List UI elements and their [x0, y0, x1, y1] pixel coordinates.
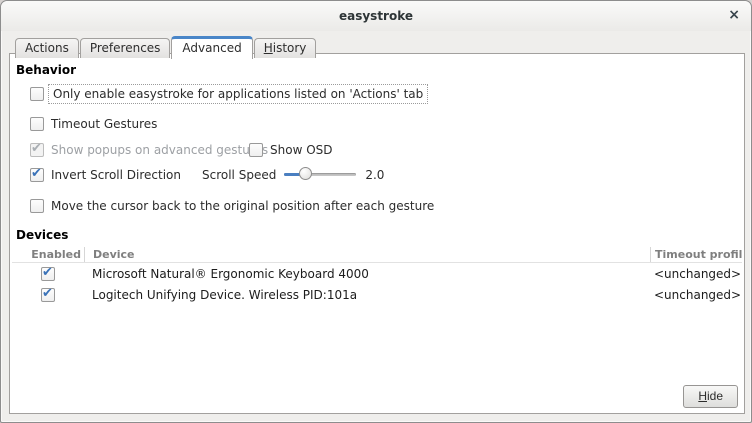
devices-table: Enabled Device Timeout profile ✔ Microso… — [12, 246, 742, 305]
invert-scroll-label[interactable]: Invert Scroll Direction — [51, 168, 181, 182]
advanced-tab-panel: Behavior ✔ Only enable easystroke for ap… — [9, 53, 745, 414]
move-cursor-row: ✔ Move the cursor back to the original p… — [30, 199, 744, 213]
only-enable-row: ✔ Only enable easystroke for application… — [30, 84, 744, 104]
window-title: easystroke — [1, 1, 751, 31]
show-osd-checkbox[interactable]: ✔ — [249, 143, 263, 157]
device-row[interactable]: ✔ Microsoft Natural® Ergonomic Keyboard … — [12, 263, 742, 284]
invert-scroll-group: ✔ Invert Scroll Direction — [30, 168, 202, 182]
check-icon: ✔ — [31, 167, 42, 181]
column-header-device[interactable]: Device — [84, 247, 650, 262]
column-header-enabled[interactable]: Enabled — [12, 248, 84, 261]
only-enable-label[interactable]: Only enable easystroke for applications … — [48, 84, 428, 104]
move-cursor-checkbox[interactable]: ✔ — [30, 199, 44, 213]
device-row[interactable]: ✔ Logitech Unifying Device. Wireless PID… — [12, 284, 742, 305]
device-name-cell: Microsoft Natural® Ergonomic Keyboard 40… — [84, 267, 650, 281]
popups-osd-row: ✔ Show popups on advanced gestures ✔ Sho… — [30, 143, 744, 157]
tab-advanced[interactable]: Advanced — [171, 36, 252, 59]
device-enabled-cell: ✔ — [12, 288, 84, 302]
scroll-speed-value: 2.0 — [365, 168, 384, 182]
hide-button[interactable]: Hide — [683, 385, 738, 408]
tab-bar: Actions Preferences Advanced History — [15, 35, 317, 58]
only-enable-checkbox[interactable]: ✔ — [30, 87, 44, 101]
titlebar: easystroke × — [1, 1, 751, 31]
timeout-gestures-label[interactable]: Timeout Gestures — [51, 117, 157, 131]
check-icon: ✔ — [42, 287, 53, 301]
device-enabled-checkbox[interactable]: ✔ — [41, 288, 55, 302]
invert-scroll-checkbox[interactable]: ✔ — [30, 168, 44, 182]
invert-scroll-row: ✔ Invert Scroll Direction Scroll Speed 2… — [30, 167, 744, 182]
move-cursor-label[interactable]: Move the cursor back to the original pos… — [51, 199, 434, 213]
device-timeout-cell[interactable]: <unchanged> — [650, 288, 742, 302]
tab-actions[interactable]: Actions — [15, 38, 79, 58]
timeout-gestures-checkbox[interactable]: ✔ — [30, 117, 44, 131]
device-enabled-cell: ✔ — [12, 267, 84, 281]
devices-table-header: Enabled Device Timeout profile — [12, 246, 742, 263]
scroll-speed-slider[interactable] — [284, 167, 356, 182]
tab-preferences[interactable]: Preferences — [80, 38, 171, 58]
show-osd-label[interactable]: Show OSD — [270, 143, 333, 157]
show-popups-label: Show popups on advanced gestures — [51, 143, 268, 157]
device-enabled-checkbox[interactable]: ✔ — [41, 267, 55, 281]
timeout-gestures-row: ✔ Timeout Gestures — [30, 117, 744, 131]
close-icon[interactable]: × — [728, 1, 740, 30]
check-icon: ✔ — [31, 142, 42, 156]
device-name-cell: Logitech Unifying Device. Wireless PID:1… — [84, 288, 650, 302]
show-popups-group: ✔ Show popups on advanced gestures — [30, 143, 249, 157]
column-header-timeout-profile[interactable]: Timeout profile — [650, 247, 742, 262]
show-popups-checkbox: ✔ — [30, 143, 44, 157]
device-timeout-cell[interactable]: <unchanged> — [650, 267, 742, 281]
devices-heading: Devices — [16, 228, 744, 242]
scroll-speed-label: Scroll Speed — [202, 168, 276, 182]
check-icon: ✔ — [42, 266, 53, 280]
tab-history[interactable]: History — [254, 38, 317, 58]
slider-handle[interactable] — [299, 167, 312, 180]
easystroke-window: easystroke × Actions Preferences Advance… — [0, 0, 752, 423]
